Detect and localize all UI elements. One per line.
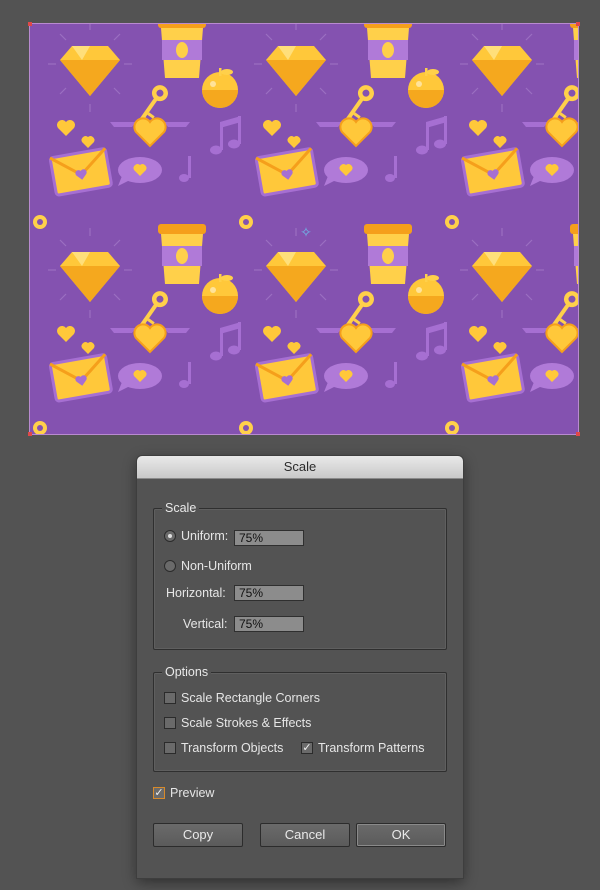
vertical-field[interactable]: 75% bbox=[234, 616, 304, 632]
transform-objects-checkbox[interactable]: Transform Objects bbox=[164, 741, 283, 755]
checkbox-box[interactable] bbox=[164, 742, 176, 754]
scale-group-legend: Scale bbox=[162, 500, 200, 516]
scale-rectangle-corners-checkbox[interactable]: Scale Rectangle Corners bbox=[164, 691, 320, 705]
cancel-button[interactable]: Cancel bbox=[260, 823, 350, 847]
artboard-corner-handle[interactable] bbox=[576, 432, 580, 436]
options-group: Options Scale Rectangle Corners Scale St… bbox=[153, 664, 447, 772]
artboard-pattern[interactable]: ✧ bbox=[29, 23, 579, 435]
horizontal-row: Horizontal: bbox=[166, 586, 226, 600]
transform-objects-label: Transform Objects bbox=[181, 741, 284, 755]
artboard-corner-handle[interactable] bbox=[28, 22, 32, 26]
preview-label: Preview bbox=[170, 786, 215, 800]
options-group-legend: Options bbox=[162, 664, 212, 680]
vertical-row: Vertical: bbox=[183, 617, 227, 631]
transform-patterns-label: Transform Patterns bbox=[318, 741, 425, 755]
scale-rectangle-corners-label: Scale Rectangle Corners bbox=[181, 691, 320, 705]
artboard-corner-handle[interactable] bbox=[28, 432, 32, 436]
uniform-radio-button[interactable] bbox=[164, 530, 176, 542]
ok-button[interactable]: OK bbox=[356, 823, 446, 847]
non-uniform-label: Non-Uniform bbox=[181, 559, 252, 573]
checkbox-box[interactable] bbox=[164, 692, 176, 704]
dialog-titlebar[interactable]: Scale bbox=[137, 456, 463, 479]
scale-strokes-effects-label: Scale Strokes & Effects bbox=[181, 716, 312, 730]
scale-strokes-effects-checkbox[interactable]: Scale Strokes & Effects bbox=[164, 716, 311, 730]
uniform-label: Uniform: bbox=[181, 529, 229, 543]
checkbox-box[interactable] bbox=[164, 717, 176, 729]
dialog-title: Scale bbox=[283, 459, 317, 474]
checkmark-icon[interactable]: ✓ bbox=[153, 787, 165, 799]
scale-group: Scale Uniform: 75% Non-Uniform Horizonta… bbox=[153, 500, 447, 650]
uniform-field[interactable]: 75% bbox=[234, 530, 304, 546]
non-uniform-radio[interactable]: Non-Uniform bbox=[164, 559, 252, 573]
copy-button[interactable]: Copy bbox=[153, 823, 243, 847]
transform-patterns-checkbox[interactable]: ✓ Transform Patterns bbox=[301, 741, 425, 755]
artboard-corner-handle[interactable] bbox=[576, 22, 580, 26]
preview-checkbox[interactable]: ✓ Preview bbox=[153, 786, 214, 800]
horizontal-label: Horizontal: bbox=[166, 586, 226, 600]
center-crosshair-icon: ✧ bbox=[300, 224, 312, 240]
checkmark-icon[interactable]: ✓ bbox=[301, 742, 313, 754]
uniform-radio[interactable]: Uniform: bbox=[164, 529, 228, 543]
non-uniform-radio-button[interactable] bbox=[164, 560, 176, 572]
vertical-label: Vertical: bbox=[183, 617, 228, 631]
horizontal-field[interactable]: 75% bbox=[234, 585, 304, 601]
scale-dialog: Scale Scale Uniform: 75% Non-Uniform Hor… bbox=[137, 456, 463, 878]
